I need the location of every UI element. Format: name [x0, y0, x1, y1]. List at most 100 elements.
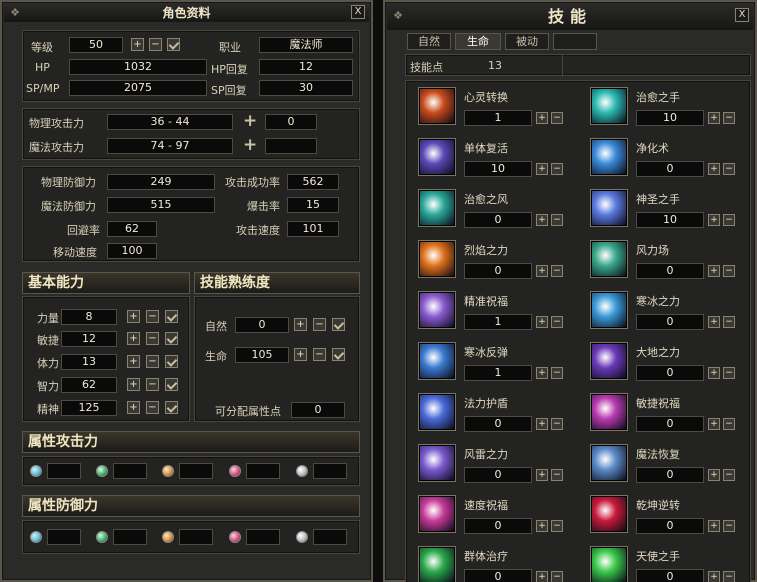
flame-power-icon[interactable]: [418, 240, 456, 278]
mastery-nature-confirm-button[interactable]: [332, 318, 345, 331]
stat-spi-plus-button[interactable]: +: [127, 401, 140, 414]
stat-spi-confirm-button[interactable]: [165, 401, 178, 414]
skill-plus-button[interactable]: +: [708, 571, 720, 582]
skill-minus-button[interactable]: −: [551, 469, 563, 481]
skill-minus-button[interactable]: −: [723, 265, 735, 277]
mag-atk-bonus: [265, 138, 317, 154]
skill-plus-button[interactable]: +: [536, 316, 548, 328]
skill-minus-button[interactable]: −: [723, 316, 735, 328]
stat-con-confirm-button[interactable]: [165, 355, 178, 368]
healing-wind-icon[interactable]: [418, 189, 456, 227]
water-element-icon: [30, 531, 42, 543]
group-heal-icon[interactable]: [418, 546, 456, 582]
stat-int-minus-button[interactable]: −: [146, 378, 159, 391]
holy-hand-icon[interactable]: [590, 189, 628, 227]
stat-int-plus-button[interactable]: +: [127, 378, 140, 391]
reversal-icon[interactable]: [590, 495, 628, 533]
skill-plus-button[interactable]: +: [708, 112, 720, 124]
mastery-nature-plus-button[interactable]: +: [294, 318, 307, 331]
wind-field-icon[interactable]: [590, 240, 628, 278]
single-revive-icon[interactable]: [418, 138, 456, 176]
phys-atk-bonus: 0: [265, 114, 317, 130]
skill-level-value: 1: [464, 365, 532, 381]
mag-atk-plus-icon[interactable]: +: [243, 137, 257, 154]
skill-plus-button[interactable]: +: [536, 265, 548, 277]
level-minus-button[interactable]: −: [149, 38, 162, 51]
skill-plus-button[interactable]: +: [708, 316, 720, 328]
stat-str-confirm-button[interactable]: [165, 310, 178, 323]
skill-minus-button[interactable]: −: [723, 469, 735, 481]
skill-minus-button[interactable]: −: [723, 112, 735, 124]
skill-plus-button[interactable]: +: [708, 265, 720, 277]
skill-minus-button[interactable]: −: [551, 316, 563, 328]
skill-plus-button[interactable]: +: [536, 367, 548, 379]
stat-agi-plus-button[interactable]: +: [127, 332, 140, 345]
skill-minus-button[interactable]: −: [551, 571, 563, 582]
skill-plus-button[interactable]: +: [708, 469, 720, 481]
level-plus-button[interactable]: +: [131, 38, 144, 51]
skill-plus-button[interactable]: +: [708, 163, 720, 175]
healing-hand-icon[interactable]: [590, 87, 628, 125]
tab-passive[interactable]: 被动: [505, 33, 549, 50]
skill-minus-button[interactable]: −: [551, 112, 563, 124]
tab-nature[interactable]: 自然: [407, 33, 451, 50]
skill-plus-button[interactable]: +: [536, 112, 548, 124]
skill-minus-button[interactable]: −: [551, 367, 563, 379]
precision-bless-icon[interactable]: [418, 291, 456, 329]
skill-plus-button[interactable]: +: [708, 520, 720, 532]
skill-minus-button[interactable]: −: [723, 214, 735, 226]
skill-minus-button[interactable]: −: [723, 520, 735, 532]
skill-plus-button[interactable]: +: [536, 418, 548, 430]
stat-con-plus-button[interactable]: +: [127, 355, 140, 368]
phys-atk-plus-icon[interactable]: +: [243, 113, 257, 130]
skill-minus-button[interactable]: −: [723, 163, 735, 175]
mind-convert-icon[interactable]: [418, 87, 456, 125]
basic-stats-header: 基本能力: [22, 272, 190, 294]
ice-power-icon[interactable]: [590, 291, 628, 329]
speed-bless-icon[interactable]: [418, 495, 456, 533]
magic-recover-icon[interactable]: [590, 444, 628, 482]
earth-element-icon: [229, 531, 241, 543]
close-button[interactable]: X: [351, 5, 365, 19]
earth-power-icon[interactable]: [590, 342, 628, 380]
skill-minus-button[interactable]: −: [723, 418, 735, 430]
stat-int-confirm-button[interactable]: [165, 378, 178, 391]
skill-plus-button[interactable]: +: [536, 469, 548, 481]
skill-plus-button[interactable]: +: [708, 367, 720, 379]
agility-bless-icon[interactable]: [590, 393, 628, 431]
skill-minus-button[interactable]: −: [551, 265, 563, 277]
skill-plus-button[interactable]: +: [536, 163, 548, 175]
mana-shield-icon[interactable]: [418, 393, 456, 431]
skill-plus-button[interactable]: +: [708, 214, 720, 226]
stat-str-minus-button[interactable]: −: [146, 310, 159, 323]
tab-empty[interactable]: [553, 33, 597, 50]
skill-minus-button[interactable]: −: [723, 571, 735, 582]
skill-minus-button[interactable]: −: [551, 520, 563, 532]
mastery-nature-minus-button[interactable]: −: [313, 318, 326, 331]
level-confirm-button[interactable]: [167, 38, 180, 51]
angel-hand-icon[interactable]: [590, 546, 628, 582]
close-button[interactable]: X: [735, 8, 749, 22]
skill-minus-button[interactable]: −: [551, 163, 563, 175]
skill-plus-button[interactable]: +: [536, 214, 548, 226]
mastery-life-plus-button[interactable]: +: [294, 348, 307, 361]
skill-plus-button[interactable]: +: [536, 520, 548, 532]
stat-spi-minus-button[interactable]: −: [146, 401, 159, 414]
mastery-life-confirm-button[interactable]: [332, 348, 345, 361]
stat-agi-minus-button[interactable]: −: [146, 332, 159, 345]
skill-minus-button[interactable]: −: [551, 418, 563, 430]
stat-str-plus-button[interactable]: +: [127, 310, 140, 323]
skill-minus-button[interactable]: −: [551, 214, 563, 226]
skill-plus-button[interactable]: +: [536, 571, 548, 582]
ice-reflect-icon[interactable]: [418, 342, 456, 380]
mastery-life-minus-button[interactable]: −: [313, 348, 326, 361]
skill-plus-button[interactable]: +: [708, 418, 720, 430]
skill-minus-button[interactable]: −: [723, 367, 735, 379]
skill-name: 寒冰之力: [636, 295, 680, 308]
purify-icon[interactable]: [590, 138, 628, 176]
spmp-label: SP/MP: [26, 82, 60, 95]
stat-agi-confirm-button[interactable]: [165, 332, 178, 345]
wind-thunder-icon[interactable]: [418, 444, 456, 482]
tab-life[interactable]: 生命: [455, 33, 501, 50]
stat-con-minus-button[interactable]: −: [146, 355, 159, 368]
